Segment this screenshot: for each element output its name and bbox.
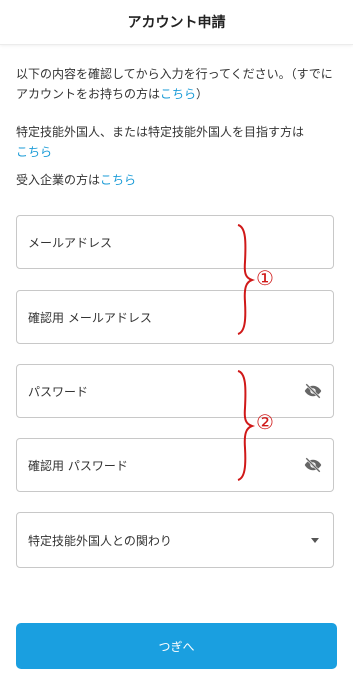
company-link[interactable]: こちら — [100, 173, 136, 187]
intro-text: 以下の内容を確認してから入力を行ってください。（すでにアカウントをお持ちの方はこ… — [16, 64, 338, 104]
annotation-number-2: ② — [256, 410, 274, 434]
email-placeholder: メールアドレス — [28, 235, 113, 250]
email-field[interactable]: メールアドレス — [16, 215, 334, 269]
password-confirm-field[interactable]: 確認用 パスワード — [16, 438, 334, 492]
eye-off-icon[interactable] — [303, 456, 323, 474]
relation-select[interactable]: 特定技能外国人との関わり — [16, 512, 334, 568]
intro-suffix: ） — [196, 87, 209, 101]
specified-worker-link[interactable]: こちら — [16, 145, 52, 159]
email-confirm-field[interactable]: 確認用 メールアドレス — [16, 290, 334, 344]
next-button[interactable]: つぎへ — [16, 623, 337, 669]
annotation-number-1: ① — [256, 266, 274, 290]
relation-select-value: 特定技能外国人との関わり — [28, 533, 172, 548]
password-field[interactable]: パスワード — [16, 364, 334, 418]
specified-worker-text: 特定技能外国人、または特定技能外国人を目指す方は こちら — [16, 122, 338, 162]
company-text: 受入企業の方はこちら — [16, 170, 338, 190]
company-message: 受入企業の方は — [16, 173, 101, 187]
caret-down-icon — [311, 538, 319, 543]
page-title: アカウント申請 — [127, 15, 226, 31]
account-application-page: アカウント申請 以下の内容を確認してから入力を行ってください。（すでにアカウント… — [0, 0, 353, 683]
password-placeholder: パスワード — [28, 384, 89, 399]
eye-off-icon[interactable] — [303, 382, 323, 400]
existing-account-link[interactable]: こちら — [160, 87, 196, 101]
next-button-label: つぎへ — [158, 639, 195, 654]
password-confirm-placeholder: 確認用 パスワード — [28, 458, 128, 473]
app-header: アカウント申請 — [0, 0, 353, 45]
specified-worker-message: 特定技能外国人、または特定技能外国人を目指す方は — [16, 125, 305, 139]
email-confirm-placeholder: 確認用 メールアドレス — [28, 310, 152, 325]
